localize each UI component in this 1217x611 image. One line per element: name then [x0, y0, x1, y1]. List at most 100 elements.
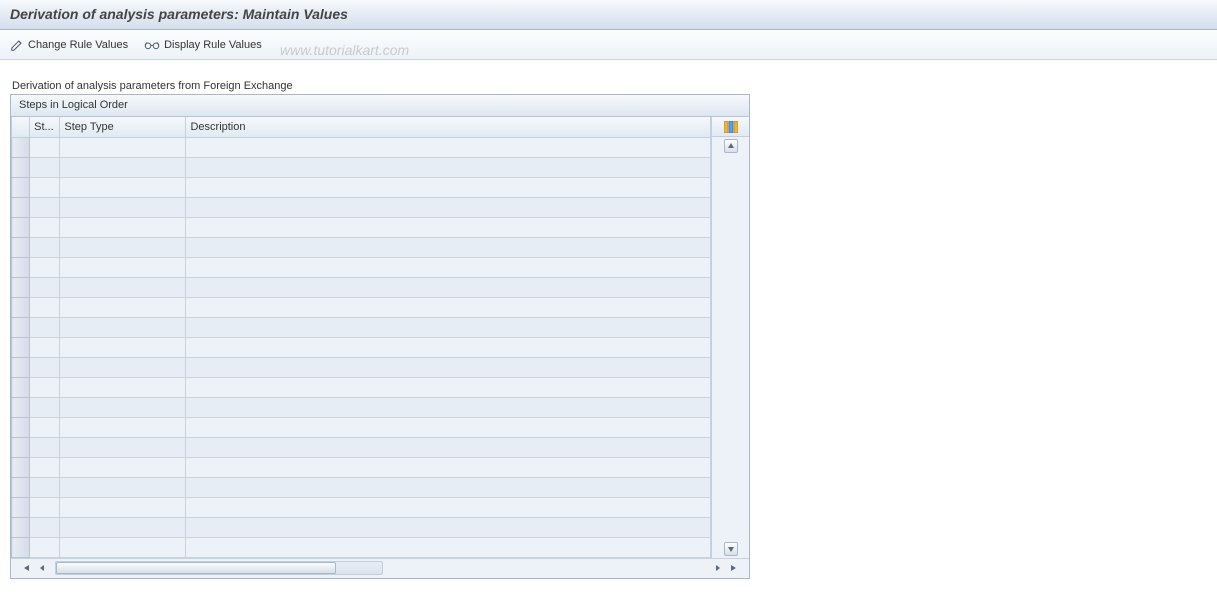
cell-st[interactable] [30, 297, 60, 317]
table-row[interactable] [12, 317, 711, 337]
row-selector[interactable] [12, 417, 30, 437]
cell-description[interactable] [186, 397, 711, 417]
cell-step-type[interactable] [60, 397, 186, 417]
cell-description[interactable] [186, 377, 711, 397]
cell-description[interactable] [186, 257, 711, 277]
cell-description[interactable] [186, 437, 711, 457]
cell-description[interactable] [186, 177, 711, 197]
cell-description[interactable] [186, 317, 711, 337]
row-selector[interactable] [12, 397, 30, 417]
cell-st[interactable] [30, 477, 60, 497]
cell-st[interactable] [30, 157, 60, 177]
row-selector[interactable] [12, 377, 30, 397]
table-row[interactable] [12, 297, 711, 317]
row-selector[interactable] [12, 477, 30, 497]
cell-step-type[interactable] [60, 337, 186, 357]
cell-step-type[interactable] [60, 317, 186, 337]
cell-description[interactable] [186, 157, 711, 177]
change-rule-values-button[interactable]: Change Rule Values [10, 38, 128, 52]
page-prev-button[interactable] [35, 561, 49, 575]
cell-step-type[interactable] [60, 457, 186, 477]
cell-description[interactable] [186, 537, 711, 557]
table-row[interactable] [12, 457, 711, 477]
column-header-st[interactable]: St... [30, 117, 60, 137]
cell-step-type[interactable] [60, 197, 186, 217]
cell-description[interactable] [186, 337, 711, 357]
cell-step-type[interactable] [60, 497, 186, 517]
row-selector[interactable] [12, 157, 30, 177]
row-selector[interactable] [12, 337, 30, 357]
row-selector[interactable] [12, 297, 30, 317]
table-row[interactable] [12, 217, 711, 237]
row-selector[interactable] [12, 317, 30, 337]
column-header-step-type[interactable]: Step Type [60, 117, 186, 137]
table-row[interactable] [12, 477, 711, 497]
cell-step-type[interactable] [60, 417, 186, 437]
table-row[interactable] [12, 417, 711, 437]
row-selector[interactable] [12, 357, 30, 377]
table-row[interactable] [12, 497, 711, 517]
table-row[interactable] [12, 257, 711, 277]
table-row[interactable] [12, 437, 711, 457]
cell-st[interactable] [30, 177, 60, 197]
cell-step-type[interactable] [60, 537, 186, 557]
cell-description[interactable] [186, 277, 711, 297]
cell-st[interactable] [30, 497, 60, 517]
cell-st[interactable] [30, 417, 60, 437]
column-header-description[interactable]: Description [186, 117, 711, 137]
cell-step-type[interactable] [60, 157, 186, 177]
column-header-selector[interactable] [12, 117, 30, 137]
cell-st[interactable] [30, 277, 60, 297]
cell-st[interactable] [30, 137, 60, 157]
cell-step-type[interactable] [60, 477, 186, 497]
cell-st[interactable] [30, 397, 60, 417]
cell-step-type[interactable] [60, 437, 186, 457]
cell-st[interactable] [30, 317, 60, 337]
table-row[interactable] [12, 197, 711, 217]
cell-description[interactable] [186, 197, 711, 217]
table-row[interactable] [12, 157, 711, 177]
cell-description[interactable] [186, 457, 711, 477]
cell-step-type[interactable] [60, 377, 186, 397]
row-selector[interactable] [12, 197, 30, 217]
table-settings-button[interactable] [712, 117, 749, 137]
table-row[interactable] [12, 277, 711, 297]
cell-st[interactable] [30, 517, 60, 537]
cell-st[interactable] [30, 357, 60, 377]
cell-st[interactable] [30, 237, 60, 257]
cell-step-type[interactable] [60, 277, 186, 297]
cell-st[interactable] [30, 537, 60, 557]
row-selector[interactable] [12, 497, 30, 517]
cell-step-type[interactable] [60, 257, 186, 277]
scroll-down-button[interactable] [724, 542, 738, 556]
cell-description[interactable] [186, 477, 711, 497]
scroll-up-button[interactable] [724, 139, 738, 153]
cell-step-type[interactable] [60, 217, 186, 237]
table-row[interactable] [12, 537, 711, 557]
hscroll-thumb[interactable] [56, 562, 336, 574]
page-last-button[interactable] [727, 561, 741, 575]
cell-st[interactable] [30, 217, 60, 237]
cell-st[interactable] [30, 437, 60, 457]
row-selector[interactable] [12, 437, 30, 457]
hscroll-track[interactable] [55, 561, 383, 575]
cell-description[interactable] [186, 517, 711, 537]
page-first-button[interactable] [19, 561, 33, 575]
vertical-scrollbar[interactable] [712, 137, 749, 558]
table-row[interactable] [12, 137, 711, 157]
row-selector[interactable] [12, 457, 30, 477]
row-selector[interactable] [12, 537, 30, 557]
table-row[interactable] [12, 517, 711, 537]
row-selector[interactable] [12, 517, 30, 537]
cell-description[interactable] [186, 417, 711, 437]
cell-st[interactable] [30, 257, 60, 277]
table-row[interactable] [12, 377, 711, 397]
cell-description[interactable] [186, 297, 711, 317]
cell-description[interactable] [186, 137, 711, 157]
cell-st[interactable] [30, 457, 60, 477]
cell-step-type[interactable] [60, 137, 186, 157]
table-row[interactable] [12, 337, 711, 357]
row-selector[interactable] [12, 277, 30, 297]
table-row[interactable] [12, 237, 711, 257]
cell-description[interactable] [186, 217, 711, 237]
